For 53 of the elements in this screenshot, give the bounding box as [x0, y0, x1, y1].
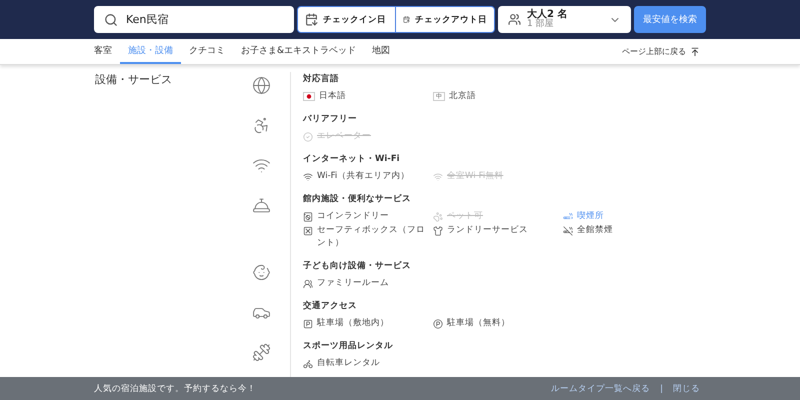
- arrow-up-icon: [690, 46, 700, 56]
- amenity-label: 北京語: [449, 90, 476, 103]
- amenity-label: 喫煙所: [577, 210, 604, 223]
- amenity-label: 駐車場（無料）: [447, 317, 510, 330]
- people-icon: [508, 13, 521, 26]
- amenity-label: 全館禁煙: [577, 224, 613, 237]
- parking-icon: [303, 318, 313, 328]
- cloche-icon: [252, 196, 271, 215]
- nav-tab[interactable]: クチコミ: [181, 39, 233, 64]
- amenity-label: Wi-Fi（共有エリア内）: [317, 170, 410, 183]
- amenity-label: 駐車場（敷地内）: [317, 317, 389, 330]
- amenity-label: エレベーター: [317, 130, 371, 143]
- category-title: 交通アクセス: [303, 300, 358, 312]
- search-icon: [104, 12, 118, 26]
- amenity-label: 日本語: [319, 90, 346, 103]
- amenity-label: コインランドリー: [317, 210, 389, 223]
- nav-tab[interactable]: 客室: [94, 39, 120, 64]
- shirt-icon: [433, 226, 443, 236]
- amenity-label: ランドリーサービス: [447, 224, 528, 237]
- back-to-top-link[interactable]: ページ上部に戻る: [622, 39, 700, 64]
- section-heading: 設備・サービス: [95, 72, 173, 88]
- wifi-icon: [433, 172, 443, 182]
- amenity-label: ファミリールーム: [317, 277, 389, 290]
- parking-icon: [433, 318, 443, 328]
- nav-tab[interactable]: お子さま&エキストラベッド: [233, 39, 364, 64]
- washing-machine-icon: [303, 212, 313, 222]
- footer-message: 人気の宿泊施設です。予約するなら今！: [94, 382, 257, 394]
- separator: |: [660, 384, 663, 394]
- baby-face-icon: [252, 263, 271, 282]
- category-title: 子ども向け設備・サービス: [303, 260, 412, 272]
- category-title: スポーツ用品レンタル: [303, 340, 394, 352]
- category-title: 館内施設・便利なサービス: [303, 193, 412, 205]
- nav-tab[interactable]: 地図: [364, 39, 398, 64]
- globe-icon: [252, 76, 271, 95]
- category-title: インターネット・Wi-Fi: [303, 153, 401, 165]
- search-field[interactable]: Ken民宿: [94, 6, 294, 33]
- amenity-label: セーフティボックス（フロント）: [317, 224, 426, 250]
- family-icon: [303, 278, 313, 288]
- safe-icon: [303, 226, 313, 236]
- guests-selector[interactable]: 大人2 名 1 部屋: [498, 6, 631, 33]
- paw-icon: [433, 212, 443, 222]
- cigarette-icon: [563, 212, 573, 222]
- amenity-label: 自転車レンタル: [317, 357, 380, 370]
- bicycle-icon: [303, 358, 313, 368]
- check-icon: [303, 132, 313, 142]
- dumbbell-icon: [252, 343, 271, 362]
- wifi-icon: [303, 172, 313, 182]
- amenity-label: ペット可: [447, 210, 483, 223]
- no-smoking-icon: [563, 226, 573, 236]
- category-title: 対応言語: [303, 73, 340, 85]
- category-title: バリアフリー: [303, 113, 358, 125]
- amenity-label: 全室Wi-Fi無料: [447, 170, 504, 183]
- japan-flag-icon: [303, 92, 315, 101]
